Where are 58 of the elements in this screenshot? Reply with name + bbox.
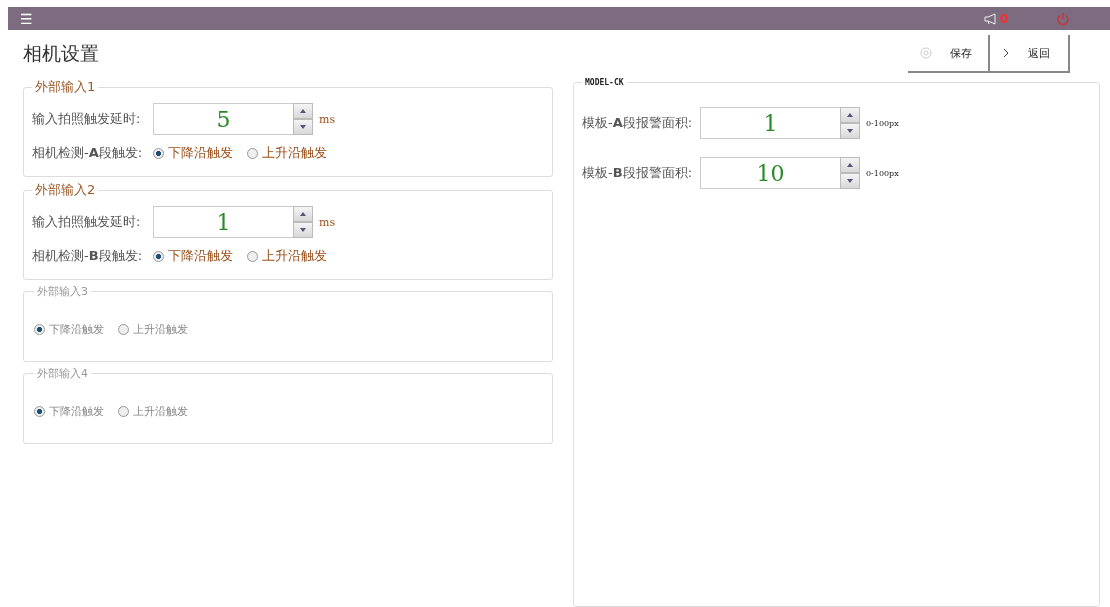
increment-button[interactable] — [293, 103, 313, 119]
radio-button[interactable] — [34, 405, 45, 417]
decrement-button[interactable] — [293, 119, 313, 135]
group-legend: MODEL-CK — [582, 78, 627, 87]
circle-icon — [920, 47, 932, 59]
range-label: 0-100px — [866, 168, 899, 178]
group-legend: 外部输入4 — [34, 366, 91, 381]
radio-label: 下降沿触发 — [168, 144, 233, 162]
increment-button[interactable] — [840, 157, 860, 173]
field-label: 模板-A段报警面积: — [582, 114, 694, 132]
group-legend: 外部输入2 — [32, 181, 99, 199]
radio-label: 上升沿触发 — [262, 144, 327, 162]
menu-icon[interactable]: ☰ — [20, 10, 33, 27]
radio-label: 下降沿触发 — [49, 403, 104, 419]
radio-button[interactable] — [118, 323, 129, 335]
alarm-count: 0 — [999, 11, 1008, 26]
decrement-button[interactable] — [293, 222, 313, 238]
back-button[interactable]: 返回 — [988, 35, 1070, 73]
caret-up-icon — [300, 109, 306, 113]
radio-label: 下降沿触发 — [49, 321, 104, 337]
radio-label: 上升沿触发 — [262, 247, 327, 265]
radio-button[interactable] — [247, 147, 258, 159]
number-field[interactable]: 5 — [153, 103, 293, 135]
group-legend: 外部输入1 — [32, 78, 99, 96]
caret-down-icon — [847, 179, 853, 183]
radio-button[interactable] — [34, 323, 45, 335]
caret-up-icon — [300, 212, 306, 216]
number-field[interactable]: 10 — [700, 157, 840, 189]
range-label: 0-100px — [866, 118, 899, 128]
radio-label: 上升沿触发 — [133, 321, 188, 337]
field-label: 相机检测-A段触发: — [32, 144, 144, 162]
decrement-button[interactable] — [840, 173, 860, 189]
unit-label: ms — [319, 112, 336, 126]
caret-down-icon — [300, 125, 306, 129]
megaphone-icon[interactable] — [983, 12, 998, 25]
number-field[interactable]: 1 — [153, 206, 293, 238]
decrement-button[interactable] — [840, 123, 860, 139]
radio-label: 下降沿触发 — [168, 247, 233, 265]
caret-up-icon — [847, 113, 853, 117]
caret-up-icon — [847, 163, 853, 167]
radio-button[interactable] — [153, 147, 164, 159]
number-field[interactable]: 1 — [700, 107, 840, 139]
unit-label: ms — [319, 215, 336, 229]
page-title: 相机设置 — [23, 41, 100, 66]
caret-down-icon — [847, 129, 853, 133]
field-label: 模板-B段报警面积: — [582, 164, 693, 182]
field-label: 相机检测-B段触发: — [32, 247, 143, 265]
field-label: 输入拍照触发延时: — [32, 213, 142, 231]
increment-button[interactable] — [840, 107, 860, 123]
field-label: 输入拍照触发延时: — [32, 110, 142, 128]
group-legend: 外部输入3 — [34, 284, 91, 299]
chevron-right-icon — [1002, 48, 1010, 58]
radio-button[interactable] — [118, 405, 129, 417]
caret-down-icon — [300, 228, 306, 232]
radio-button[interactable] — [153, 250, 164, 262]
radio-button[interactable] — [247, 250, 258, 262]
radio-label: 上升沿触发 — [133, 403, 188, 419]
increment-button[interactable] — [293, 206, 313, 222]
